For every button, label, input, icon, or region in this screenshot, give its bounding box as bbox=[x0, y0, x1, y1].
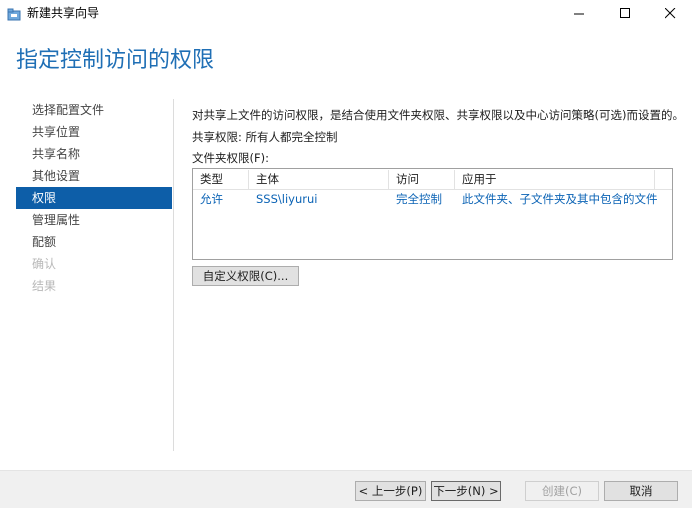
nav-item-other-settings[interactable]: 其他设置 bbox=[16, 165, 172, 187]
next-button[interactable]: 下一步(N) > bbox=[431, 481, 501, 501]
maximize-icon bbox=[620, 8, 630, 18]
close-icon bbox=[665, 8, 676, 19]
column-header-access[interactable]: 访问 bbox=[389, 170, 455, 189]
nav-item-share-name[interactable]: 共享名称 bbox=[16, 143, 172, 165]
cell-principal: SSS\liyurui bbox=[256, 192, 318, 206]
nav-item-quota[interactable]: 配额 bbox=[16, 231, 172, 253]
nav-item-share-location[interactable]: 共享位置 bbox=[16, 121, 172, 143]
minimize-button[interactable] bbox=[557, 0, 601, 27]
page-title: 指定控制访问的权限 bbox=[16, 48, 215, 73]
cell-type: 允许 bbox=[200, 192, 223, 206]
share-permissions-text: 共享权限: 所有人都完全控制 bbox=[192, 130, 338, 144]
close-button[interactable] bbox=[648, 0, 692, 27]
create-button: 创建(C) bbox=[525, 481, 599, 501]
nav-item-management-properties[interactable]: 管理属性 bbox=[16, 209, 172, 231]
window-title: 新建共享向导 bbox=[27, 6, 100, 20]
share-folder-icon bbox=[7, 6, 21, 21]
permissions-description: 对共享上文件的访问权限，是结合使用文件夹权限、共享权限以及中心访问策略(可选)而… bbox=[192, 108, 684, 122]
folder-permissions-label: 文件夹权限(F): bbox=[192, 151, 269, 165]
column-header-applies-to[interactable]: 应用于 bbox=[455, 170, 655, 189]
nav-item-select-profile[interactable]: 选择配置文件 bbox=[16, 99, 172, 121]
custom-permissions-button[interactable]: 自定义权限(C)... bbox=[192, 266, 299, 286]
maximize-button[interactable] bbox=[603, 0, 647, 27]
nav-item-results: 结果 bbox=[32, 279, 57, 293]
nav-item-permissions[interactable]: 权限 bbox=[16, 187, 172, 209]
previous-button[interactable]: < 上一步(P) bbox=[355, 481, 426, 501]
minimize-icon bbox=[574, 13, 584, 15]
cancel-button[interactable]: 取消 bbox=[604, 481, 678, 501]
column-header-principal[interactable]: 主体 bbox=[249, 170, 389, 189]
folder-permissions-list[interactable]: 类型 主体 访问 应用于 允许 SSS\liyurui 完全控制 此文件夹、子文… bbox=[192, 168, 673, 260]
title-bar: 新建共享向导 bbox=[0, 0, 692, 27]
nav-divider bbox=[173, 99, 174, 451]
cell-applies-to: 此文件夹、子文件夹及其中包含的文件 bbox=[462, 192, 658, 206]
nav-item-confirmation: 确认 bbox=[32, 257, 57, 271]
column-header-type[interactable]: 类型 bbox=[193, 170, 249, 189]
cell-access: 完全控制 bbox=[396, 192, 442, 206]
wizard-steps-nav: 选择配置文件 共享位置 共享名称 其他设置 权限 管理属性 配额 确认 结果 bbox=[16, 99, 172, 297]
